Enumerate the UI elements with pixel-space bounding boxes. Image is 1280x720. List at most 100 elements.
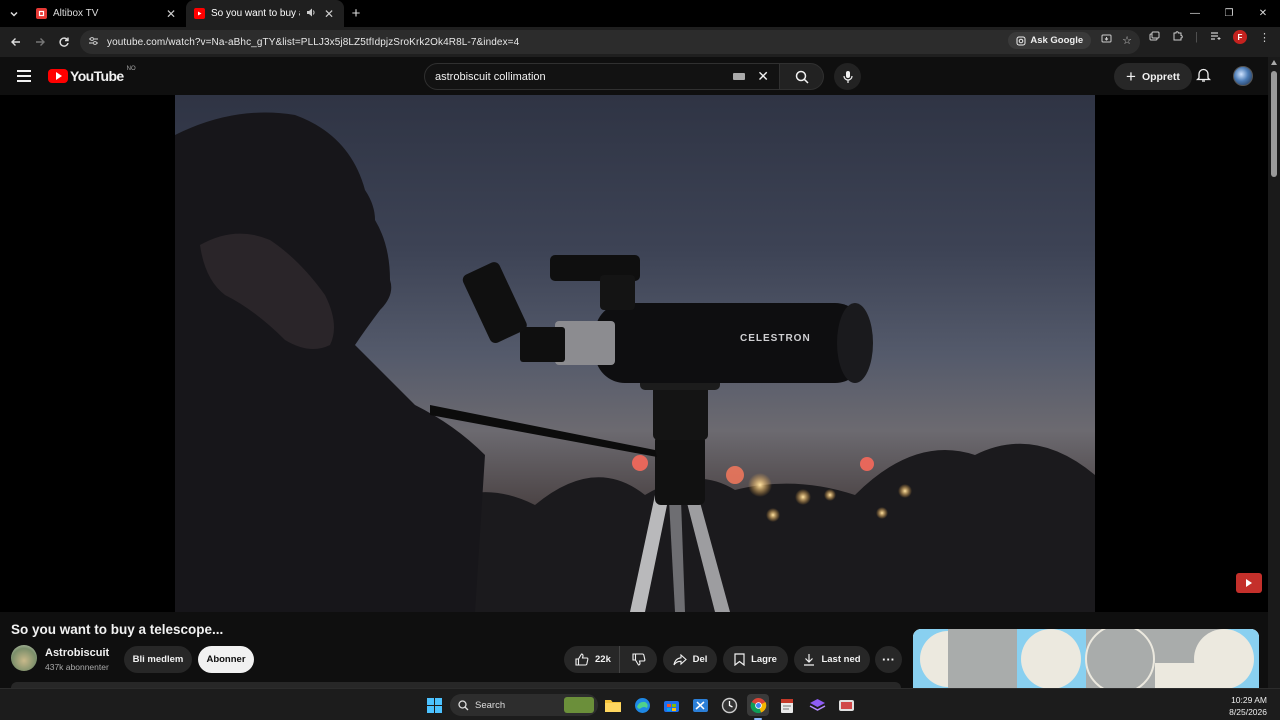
join-button[interactable]: Bli medlem xyxy=(124,646,192,673)
new-tab-button[interactable]: + xyxy=(344,5,368,22)
lens-icon xyxy=(1016,36,1026,45)
start-button[interactable] xyxy=(423,694,445,716)
keyboard-icon[interactable] xyxy=(733,73,746,80)
menu-icon[interactable] xyxy=(17,70,31,85)
window-controls: — ❐ ✕ xyxy=(1178,0,1280,27)
channel-avatar[interactable] xyxy=(11,645,37,671)
tab-close-icon[interactable]: ✕ xyxy=(164,7,178,21)
region-code: NO xyxy=(126,66,136,72)
subscribe-button[interactable]: Abonner xyxy=(198,646,254,673)
arrow-left-icon xyxy=(11,38,20,46)
clear-search-icon[interactable]: ✕ xyxy=(757,68,769,85)
stacked-app-icon[interactable] xyxy=(806,694,828,716)
search-bar: astrobiscuit collimation ✕ xyxy=(424,63,824,90)
clock-date: 8/25/2026 xyxy=(1229,707,1267,717)
voice-search-button[interactable] xyxy=(834,63,861,90)
search-icon xyxy=(795,70,809,84)
subscriber-count: 437k abonnenter xyxy=(45,662,109,672)
speaker-icon[interactable] xyxy=(306,8,316,19)
video-frame[interactable]: CELESTRON xyxy=(175,95,1095,612)
tab-search-button[interactable] xyxy=(0,0,28,27)
minimize-icon[interactable]: — xyxy=(1178,0,1212,27)
ask-google-button[interactable]: Ask Google xyxy=(1008,32,1092,49)
more-actions-button[interactable]: ··· xyxy=(875,646,902,673)
bookmark-star-icon[interactable]: ☆ xyxy=(1122,34,1132,47)
url-text: youtube.com/watch?v=Na-aBhc_gTY&list=PLL… xyxy=(107,36,520,48)
notepad-app-icon[interactable] xyxy=(776,694,798,716)
search-highlight-icon xyxy=(564,697,594,713)
logo-text: YouTube xyxy=(70,68,124,84)
image-viewer-icon[interactable] xyxy=(835,694,857,716)
join-label: Bli medlem xyxy=(132,654,184,665)
share-icon xyxy=(673,653,687,665)
thumbs-down-icon xyxy=(631,653,645,666)
reading-list-icon[interactable] xyxy=(1210,31,1221,44)
reload-button[interactable] xyxy=(52,30,76,54)
install-app-icon[interactable] xyxy=(1101,34,1112,47)
youtube-favicon-icon xyxy=(194,8,205,19)
account-avatar[interactable] xyxy=(1233,66,1253,86)
toolbar-right: | F ⋮ xyxy=(1149,30,1270,44)
close-window-icon[interactable]: ✕ xyxy=(1246,0,1280,27)
download-button[interactable]: Last ned xyxy=(794,646,870,673)
store-app-icon[interactable] xyxy=(660,694,682,716)
plus-icon: + xyxy=(1126,67,1136,86)
windows-taskbar: Search 10:29 AM 8/25/2026 xyxy=(0,688,1280,720)
more-vert-icon[interactable]: ⋮ xyxy=(1259,31,1270,44)
windows-logo-icon xyxy=(426,697,442,713)
share-label: Del xyxy=(692,654,708,665)
tab-groups-icon[interactable] xyxy=(1149,31,1160,44)
search-button[interactable] xyxy=(780,63,824,90)
arrow-right-icon xyxy=(36,38,45,46)
profile-avatar[interactable]: F xyxy=(1233,30,1247,44)
extensions-icon[interactable] xyxy=(1172,30,1183,44)
channel-name[interactable]: Astrobiscuit xyxy=(45,647,109,659)
altibox-favicon-icon xyxy=(36,8,47,19)
ask-google-label: Ask Google xyxy=(1030,35,1084,46)
snipping-tool-icon[interactable] xyxy=(689,694,711,716)
like-button[interactable]: 22k xyxy=(564,646,620,673)
tab-altibox[interactable]: Altibox TV ✕ xyxy=(28,0,186,27)
address-bar[interactable]: youtube.com/watch?v=Na-aBhc_gTY&list=PLL… xyxy=(80,30,1140,54)
download-label: Last ned xyxy=(821,654,861,665)
chrome-browser-icon[interactable] xyxy=(747,694,769,716)
create-button[interactable]: + Opprett xyxy=(1114,63,1192,90)
youtube-play-icon xyxy=(48,69,68,83)
site-info-icon[interactable] xyxy=(88,36,99,49)
subscribe-label: Abonner xyxy=(206,654,246,665)
scroll-up-icon[interactable] xyxy=(1271,60,1277,65)
edge-browser-icon[interactable] xyxy=(631,694,653,716)
dislike-button[interactable] xyxy=(620,653,657,666)
forward-button[interactable] xyxy=(28,30,52,54)
microphone-icon xyxy=(842,70,853,83)
back-button[interactable] xyxy=(4,30,28,54)
save-button[interactable]: Lagre xyxy=(723,646,788,673)
taskbar-search-label: Search xyxy=(475,699,506,711)
search-query: astrobiscuit collimation xyxy=(435,70,546,83)
thumbs-up-icon xyxy=(575,653,589,666)
video-title: So you want to buy a telescope... xyxy=(11,622,224,637)
tab-close-icon[interactable]: ✕ xyxy=(322,7,336,21)
notifications-button[interactable] xyxy=(1195,67,1212,88)
restore-icon[interactable]: ❐ xyxy=(1212,0,1246,27)
video-player[interactable]: CELESTRON xyxy=(0,95,1268,612)
tab-youtube-video[interactable]: So you want to buy a telesc ✕ xyxy=(186,0,344,27)
like-dislike-group: 22k xyxy=(564,646,657,673)
youtube-logo[interactable]: YouTube NO xyxy=(48,66,136,84)
create-label: Opprett xyxy=(1141,70,1180,83)
youtube-masthead: YouTube NO astrobiscuit collimation ✕ + … xyxy=(0,57,1268,95)
save-label: Lagre xyxy=(751,654,777,665)
file-explorer-icon[interactable] xyxy=(602,694,624,716)
reload-icon xyxy=(59,37,69,47)
clock-app-icon[interactable] xyxy=(718,694,740,716)
system-clock[interactable]: 10:29 AM 8/25/2026 xyxy=(1229,694,1267,718)
search-input[interactable]: astrobiscuit collimation ✕ xyxy=(424,63,780,90)
telescope-brand-text: CELESTRON xyxy=(740,333,811,344)
page-scrollbar[interactable] xyxy=(1268,57,1280,688)
geometric-pattern-image xyxy=(913,629,1259,688)
subscribe-watermark-icon[interactable] xyxy=(1236,573,1262,593)
scrollbar-thumb[interactable] xyxy=(1271,71,1277,177)
taskbar-search[interactable]: Search xyxy=(450,694,598,716)
sidebar-recommendation-thumbnail[interactable] xyxy=(913,629,1259,688)
share-button[interactable]: Del xyxy=(663,646,717,673)
